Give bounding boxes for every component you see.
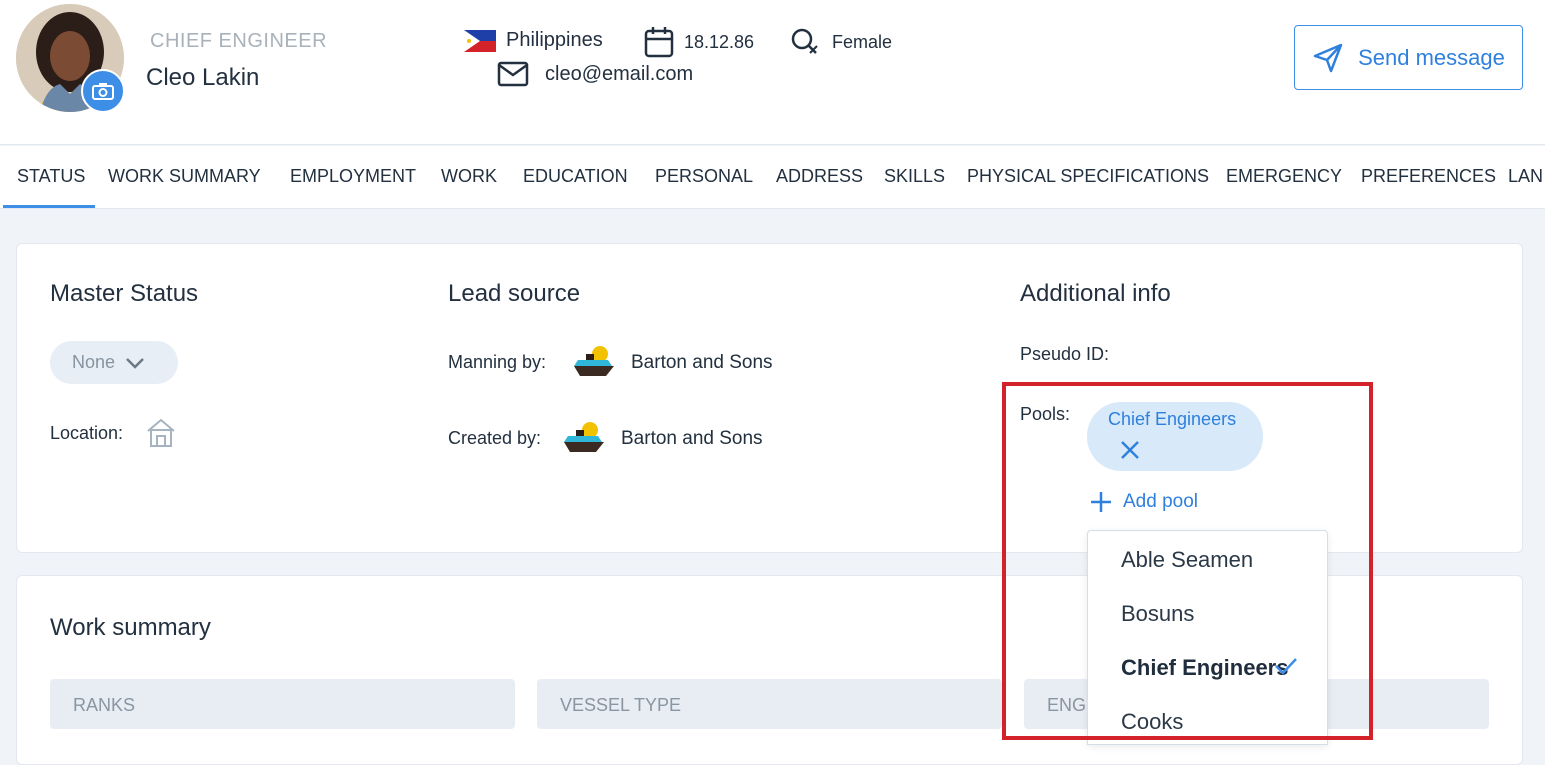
chevron-down-icon — [126, 357, 144, 369]
philippines-flag-icon — [464, 29, 496, 52]
email-info: cleo@email.com — [497, 61, 693, 87]
master-status-select[interactable]: None — [50, 341, 178, 384]
send-message-label: Send message — [1358, 44, 1505, 70]
location-label: Location: — [50, 423, 124, 443]
tab-preferences[interactable]: PREFERENCES — [1361, 166, 1496, 187]
country: Philippines — [506, 29, 603, 51]
ranks-column-header[interactable]: RANKS — [50, 679, 515, 729]
tab-status[interactable]: STATUS — [17, 166, 85, 187]
mail-icon — [497, 61, 529, 87]
pseudo-id-label: Pseudo ID: — [1020, 344, 1110, 364]
manning-label: Manning by: — [448, 352, 547, 372]
gender-info: Female — [790, 27, 892, 57]
created-value: Barton and Sons — [621, 428, 763, 449]
work-summary-title: Work summary — [50, 614, 211, 641]
gender: Female — [832, 31, 893, 52]
highlight-box — [1002, 382, 1373, 740]
birthdate-info: 18.12.86 — [644, 26, 754, 58]
profile-tabs: STATUS WORK SUMMARY EMPLOYMENT WORK EDUC… — [0, 146, 1545, 209]
tab-personal[interactable]: PERSONAL — [655, 166, 753, 187]
company-logo-icon — [574, 346, 614, 376]
tab-physical-specifications[interactable]: PHYSICAL SPECIFICATIONS — [967, 166, 1209, 187]
profile-name: Cleo Lakin — [146, 64, 260, 91]
country-info: Philippines — [464, 29, 603, 52]
home-icon[interactable] — [145, 417, 177, 449]
company-logo-icon — [564, 422, 604, 452]
profile-rank: CHIEF ENGINEER — [150, 30, 328, 52]
tab-languages[interactable]: LAN — [1508, 166, 1543, 187]
created-label: Created by: — [448, 428, 542, 448]
tab-employment[interactable]: EMPLOYMENT — [290, 166, 416, 187]
email[interactable]: cleo@email.com — [545, 63, 693, 86]
vessel-type-column-header[interactable]: VESSEL TYPE — [537, 679, 1002, 729]
tab-work-summary[interactable]: WORK SUMMARY — [108, 166, 261, 187]
tab-address[interactable]: ADDRESS — [776, 166, 863, 187]
female-icon — [791, 28, 818, 54]
master-status-value: None — [72, 352, 116, 372]
tab-emergency[interactable]: EMERGENCY — [1226, 166, 1342, 187]
tab-skills[interactable]: SKILLS — [884, 166, 945, 187]
manning-value: Barton and Sons — [631, 352, 773, 373]
additional-info-title: Additional info — [1020, 280, 1171, 307]
send-message-button[interactable]: Send message — [1294, 25, 1523, 90]
camera-icon — [92, 83, 114, 100]
change-photo-button[interactable] — [81, 69, 125, 113]
tab-work[interactable]: WORK — [441, 166, 497, 187]
tab-education[interactable]: EDUCATION — [523, 166, 628, 187]
active-tab-indicator — [3, 205, 95, 208]
send-icon — [1313, 43, 1343, 72]
master-status-title: Master Status — [50, 280, 199, 307]
calendar-icon — [644, 27, 674, 58]
profile-header: CHIEF ENGINEER Cleo Lakin Philippines 18… — [0, 0, 1545, 145]
birthdate: 18.12.86 — [684, 31, 755, 52]
lead-source-title: Lead source — [448, 280, 581, 307]
